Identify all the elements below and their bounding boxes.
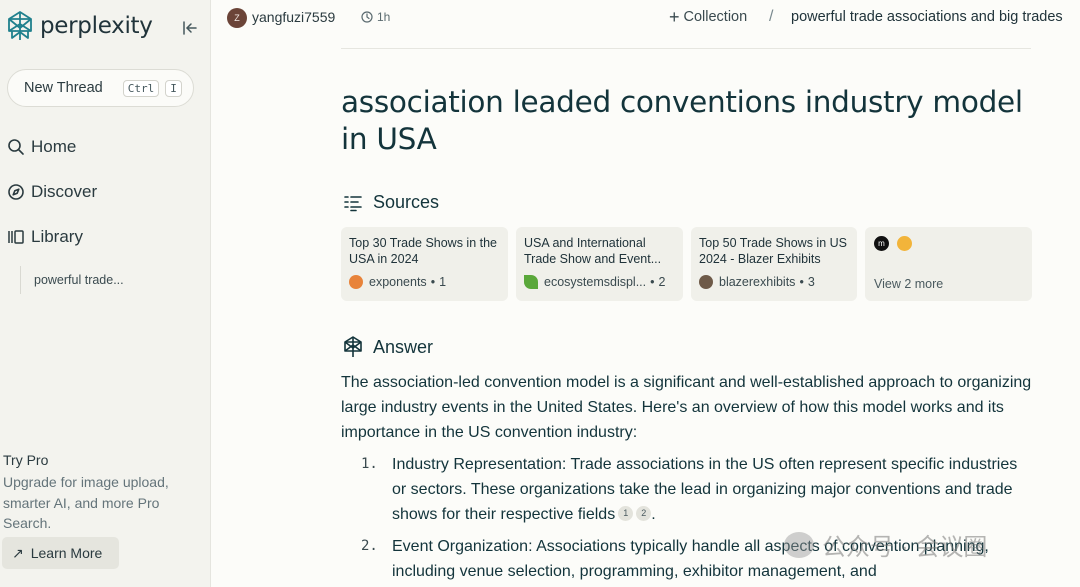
answer-intro: The association-led convention model is … — [341, 374, 1032, 441]
sidebar-item-home[interactable]: Home — [7, 137, 76, 157]
list-item: 1. Industry Representation: Trade associ… — [341, 452, 1041, 527]
breadcrumb-thread-title[interactable]: powerful trade associations and big trad… — [791, 9, 1080, 25]
breadcrumb-separator: / — [769, 8, 774, 25]
source-title: USA and International Trade Show and Eve… — [524, 236, 662, 266]
list-text: Industry Representation: Trade associati… — [392, 456, 1018, 523]
watermark-text: 公众号 · 会议圈 — [822, 534, 988, 561]
dot-separator: • — [650, 275, 655, 289]
time-label: 1h — [377, 10, 391, 24]
try-pro-panel: Try Pro Upgrade for image upload, smarte… — [3, 452, 203, 534]
source-meta: exponents • 1 — [349, 275, 446, 289]
list-text-end: . — [651, 506, 656, 523]
source-site: ecosystemsdispl... — [544, 275, 647, 289]
collection-label: Collection — [683, 9, 748, 25]
sources-heading-label: Sources — [373, 192, 440, 212]
citation-badge[interactable]: 1 — [618, 506, 634, 521]
perplexity-logo-icon — [8, 11, 32, 40]
sidebar-item-label: Library — [31, 227, 83, 246]
source-card[interactable]: Top 50 Trade Shows in US 2024 - Blazer E… — [691, 227, 857, 301]
sources-icon — [344, 195, 362, 211]
new-thread-label: New Thread — [24, 80, 103, 96]
source-index: 3 — [807, 275, 815, 289]
list-number: 2. — [361, 538, 378, 554]
leaf-favicon-icon — [524, 275, 538, 289]
perplexity-answer-icon — [344, 336, 362, 357]
source-meta: blazerexhibits • 3 — [699, 275, 815, 289]
watermark: 公众号 · 会议圈 — [784, 527, 987, 562]
source-index: 2 — [658, 275, 666, 289]
new-thread-button[interactable]: New Thread Ctrl I — [7, 69, 194, 107]
view-more-sources-card[interactable]: m View 2 more — [865, 227, 1032, 301]
username[interactable]: yangfuzi7559 — [252, 9, 335, 25]
sidebar-item-label: Discover — [31, 182, 98, 201]
add-to-collection-button[interactable]: + Collection — [669, 7, 748, 27]
dot-separator: • — [799, 275, 804, 289]
sidebar-item-library[interactable]: Library — [7, 227, 83, 247]
sources-heading: Sources — [343, 192, 439, 213]
source-meta: ecosystemsdispl... • 2 — [524, 275, 665, 289]
compass-icon — [8, 184, 24, 200]
m-favicon-icon: m — [874, 236, 889, 251]
collapse-sidebar-button[interactable] — [180, 18, 200, 38]
sidebar: perplexity New Thread Ctrl I Home Discov… — [0, 0, 211, 587]
try-pro-description: Upgrade for image upload, smarter AI, an… — [3, 474, 169, 531]
sidebar-item-label: Home — [31, 137, 77, 156]
answer-heading: Answer — [343, 336, 433, 358]
source-title: Top 30 Trade Shows in the USA in 2024 — [349, 236, 498, 266]
logo[interactable]: perplexity — [6, 10, 153, 42]
arrow-up-right-icon: ↗ — [12, 544, 24, 561]
search-icon — [8, 139, 24, 155]
dot-separator: • — [430, 275, 436, 289]
source-site: exponents — [369, 275, 427, 289]
library-thread-item[interactable]: powerful trade... — [20, 266, 124, 294]
thread-header: Z yangfuzi7559 1h + Collection / powerfu… — [211, 0, 1080, 36]
more-source-icons: m — [874, 236, 918, 251]
exponents-favicon-icon — [349, 275, 363, 289]
answer-heading-label: Answer — [373, 336, 434, 357]
shortcut-key-i: I — [165, 79, 182, 97]
learn-more-button[interactable]: ↗ Learn More — [2, 537, 119, 569]
sun-favicon-icon — [897, 236, 912, 251]
avatar[interactable]: Z — [227, 8, 247, 28]
plus-icon: + — [669, 7, 680, 27]
wechat-icon — [784, 531, 814, 558]
sidebar-item-discover[interactable]: Discover — [7, 182, 97, 202]
logo-text: perplexity — [40, 13, 153, 39]
page-title: association leaded conventions industry … — [341, 85, 1023, 156]
thread-time: 1h — [361, 10, 390, 24]
shortcut-key-ctrl: Ctrl — [122, 79, 160, 97]
source-title: Top 50 Trade Shows in US 2024 - Blazer E… — [699, 236, 847, 266]
divider — [341, 48, 1031, 49]
learn-more-label: Learn More — [30, 545, 103, 561]
list-number: 1. — [361, 456, 378, 472]
source-site: blazerexhibits — [719, 275, 796, 289]
clock-icon — [361, 11, 373, 23]
library-icon — [8, 230, 24, 244]
collapse-icon — [183, 21, 197, 35]
citation-badge[interactable]: 2 — [636, 506, 652, 521]
source-card[interactable]: USA and International Trade Show and Eve… — [516, 227, 683, 301]
blazer-favicon-icon — [699, 275, 713, 289]
try-pro-title: Try Pro — [3, 452, 49, 468]
view-more-label: View 2 more — [874, 277, 944, 291]
source-index: 1 — [439, 275, 447, 289]
source-card[interactable]: Top 30 Trade Shows in the USA in 2024 ex… — [341, 227, 508, 301]
list-text-wrap: Industry Representation: Trade associati… — [392, 452, 1032, 527]
